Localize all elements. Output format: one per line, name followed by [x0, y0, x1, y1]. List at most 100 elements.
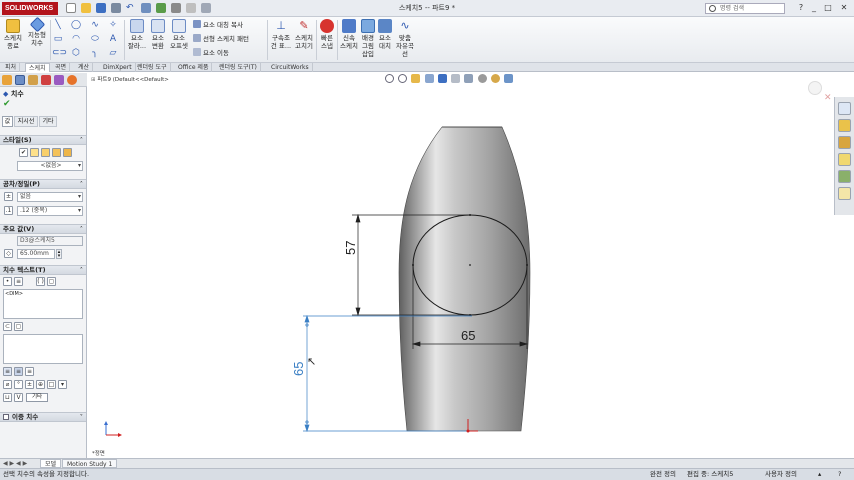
configuration-manager-icon[interactable] [28, 75, 38, 85]
rapid-sketch-button[interactable]: 신속 스케치 [339, 19, 359, 50]
degree-symbol-icon[interactable]: ° [14, 380, 23, 389]
tab-render-tools-t[interactable]: 렌더링 도구(T) [216, 63, 261, 72]
replace-entity-button[interactable]: 요소 대치 [377, 19, 393, 50]
units-status[interactable]: 사용자 정의 [765, 469, 797, 480]
file-explorer-icon[interactable] [838, 136, 851, 149]
point-tool-icon[interactable]: ✧ [107, 20, 119, 30]
text-paren-icon[interactable]: ( ) [36, 277, 45, 286]
offset-entities-button[interactable]: 요소 오프셋 [169, 19, 189, 50]
quick-snap-button[interactable]: 빠른 스냅 [318, 19, 336, 50]
maximize-button[interactable]: □ [822, 3, 834, 13]
tab-circuitworks[interactable]: CircuitWorks [268, 63, 313, 72]
tab-office-products[interactable]: Office 제품 [175, 63, 213, 72]
repair-sketch-button[interactable]: ✎ 스케치 고치기 [293, 19, 315, 50]
view-palette-icon[interactable] [838, 153, 851, 166]
dual-dimension-checkbox[interactable] [3, 414, 9, 420]
cancel-corner-icon[interactable]: ✕ [824, 93, 832, 103]
design-library-icon[interactable] [838, 119, 851, 132]
move-entities-button[interactable]: 요소 이동 [193, 48, 229, 58]
display-manager-icon[interactable] [54, 75, 64, 85]
tab-scroll-arrows-icon[interactable]: ◀ ▶ ◀ ▶ [3, 460, 27, 467]
solidworks-resources-icon[interactable] [838, 102, 851, 115]
dual-dimension-section-header[interactable]: 이중 치수 ˅ [0, 412, 86, 422]
smart-dimension-button[interactable]: 지능형 치수 [25, 16, 49, 47]
circle-tool-icon[interactable]: ◯ [70, 20, 82, 30]
help-status-icon[interactable]: ? [838, 469, 841, 480]
polygon-tool-icon[interactable]: ⬡ [70, 48, 82, 58]
style-add-icon[interactable] [41, 148, 50, 157]
subtab-value[interactable]: 값 [2, 116, 13, 127]
rectangle-tool-icon[interactable]: ▭ [52, 34, 64, 44]
style-select[interactable]: <없음> [17, 161, 83, 171]
diameter-symbol-icon[interactable]: ⌀ [3, 380, 12, 389]
dimension-name-field[interactable]: D3@스케치5 [17, 236, 83, 246]
text-inspect-icon[interactable]: ▢ [14, 322, 23, 331]
help-icon[interactable]: ? [795, 3, 807, 13]
minimize-button[interactable]: _ [808, 3, 820, 13]
status-arrow-icon[interactable]: ▴ [818, 469, 821, 480]
style-section-header[interactable]: 스타일(S) ˄ [0, 135, 86, 145]
fillet-tool-icon[interactable]: ╮ [89, 48, 101, 58]
tab-sketch[interactable]: 스케치 [25, 63, 50, 72]
ok-checkmark-icon[interactable]: ✔ [3, 100, 11, 109]
feature-manager-icon[interactable] [2, 75, 12, 85]
trim-entities-button[interactable]: 요소 잘라... [127, 19, 147, 50]
fit-spline-button[interactable]: ∿ 맞춤 자유곡선 [394, 19, 416, 58]
spline-tool-icon[interactable]: ∿ [89, 20, 101, 30]
dimension-value-input[interactable]: 65.00mm [17, 249, 55, 259]
style-apply-icon[interactable]: ✔ [19, 148, 28, 157]
align-center-icon[interactable]: ≡ [14, 367, 23, 376]
convert-entities-button[interactable]: 요소 변환 [148, 19, 168, 50]
text-justify-icon[interactable]: • [3, 277, 12, 286]
more-symbols-icon[interactable]: ▾ [58, 380, 67, 389]
tab-model[interactable]: 모델 [40, 459, 62, 468]
dimension-text-section-header[interactable]: 치수 텍스트(T) ˄ [0, 265, 86, 275]
more-symbols-button[interactable]: 기타 [26, 393, 48, 402]
confirmation-corner-icon[interactable] [808, 81, 822, 95]
vertical-dimension-text[interactable]: 57 [343, 235, 358, 255]
text-frame-icon[interactable]: ▢ [47, 277, 56, 286]
text-tool-icon[interactable]: A [107, 34, 119, 44]
offset-dimension-text[interactable]: 65 [291, 356, 306, 376]
close-button[interactable]: ✕ [838, 3, 850, 13]
square-symbol-icon[interactable]: □ [47, 380, 56, 389]
graphics-area[interactable]: ⊞ 파트9 (Default<<Default> ↖ 57 65 65 *정면 … [88, 73, 834, 458]
style-default-icon[interactable] [30, 148, 39, 157]
style-save-icon[interactable] [52, 148, 61, 157]
tab-motion-study[interactable]: Motion Study 1 [62, 459, 118, 468]
dimxpert-manager-icon[interactable] [41, 75, 51, 85]
text-bracket-icon[interactable]: ⊂ [3, 322, 12, 331]
arc-tool-icon[interactable]: ◠ [70, 34, 82, 44]
plusminus-symbol-icon[interactable]: ± [25, 380, 34, 389]
tolerance-section-header[interactable]: 공차/정밀(P) ˄ [0, 179, 86, 189]
tab-render-tools[interactable]: 렌더링 도구 [134, 63, 171, 72]
slot-tool-icon[interactable]: ⊂⊃ [52, 48, 67, 58]
tab-dimxpert[interactable]: DimXpert [100, 63, 136, 72]
primary-value-section-header[interactable]: 주요 값(V) ˄ [0, 224, 86, 234]
align-right-icon[interactable]: ≡ [25, 367, 34, 376]
dimension-text-area-below[interactable] [3, 334, 83, 364]
relations-button[interactable]: ⊥ 구속조 건 표... [270, 19, 292, 50]
sketch-picture-button[interactable]: 배경 그림 삽입 [360, 19, 376, 58]
centerline-symbol-icon[interactable]: ⊕ [36, 380, 45, 389]
value-spinner[interactable]: ▴ ▾ [56, 249, 62, 259]
mirror-entities-button[interactable]: 요소 대칭 복사 [193, 20, 243, 30]
align-left-icon[interactable]: ≡ [3, 367, 12, 376]
appearances-scenes-icon[interactable] [838, 170, 851, 183]
tolerance-type-select[interactable]: 없음 [17, 192, 83, 202]
command-search-input[interactable]: 명령 검색 [705, 3, 785, 14]
countersink-symbol-icon[interactable]: V [14, 393, 23, 402]
ellipse-tool-icon[interactable]: ⬭ [89, 34, 101, 44]
counterbore-symbol-icon[interactable]: ⊔ [3, 393, 12, 402]
precision-select[interactable]: .12 (중복) [17, 206, 83, 216]
text-format-icon[interactable]: ≡ [14, 277, 23, 286]
revolved-body[interactable] [398, 126, 531, 432]
subtab-other[interactable]: 기타 [39, 116, 57, 127]
line-tool-icon[interactable]: ╲ [52, 20, 64, 30]
plane-tool-icon[interactable]: ▱ [107, 48, 119, 58]
horizontal-dimension-text[interactable]: 65 [461, 328, 475, 343]
dimension-text-area[interactable]: <DIM> [3, 289, 83, 319]
exit-sketch-button[interactable]: 스케치 종료 [2, 19, 24, 50]
tab-surfaces[interactable]: 곡면 [52, 63, 71, 72]
tab-features[interactable]: 피처 [2, 63, 21, 72]
